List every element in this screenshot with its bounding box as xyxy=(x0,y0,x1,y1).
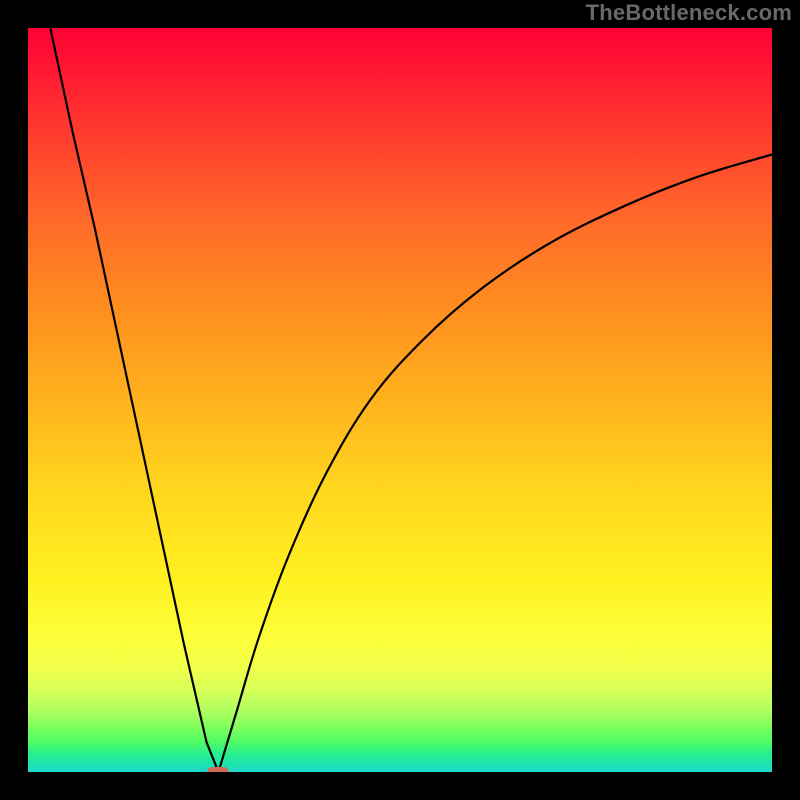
curve-svg xyxy=(28,28,772,772)
curve-left-branch xyxy=(50,28,218,772)
watermark-text: TheBottleneck.com xyxy=(586,0,792,26)
chart-frame: TheBottleneck.com xyxy=(0,0,800,800)
curve-right-branch xyxy=(218,154,772,772)
plot-area xyxy=(28,28,772,772)
minimum-marker xyxy=(207,767,229,773)
